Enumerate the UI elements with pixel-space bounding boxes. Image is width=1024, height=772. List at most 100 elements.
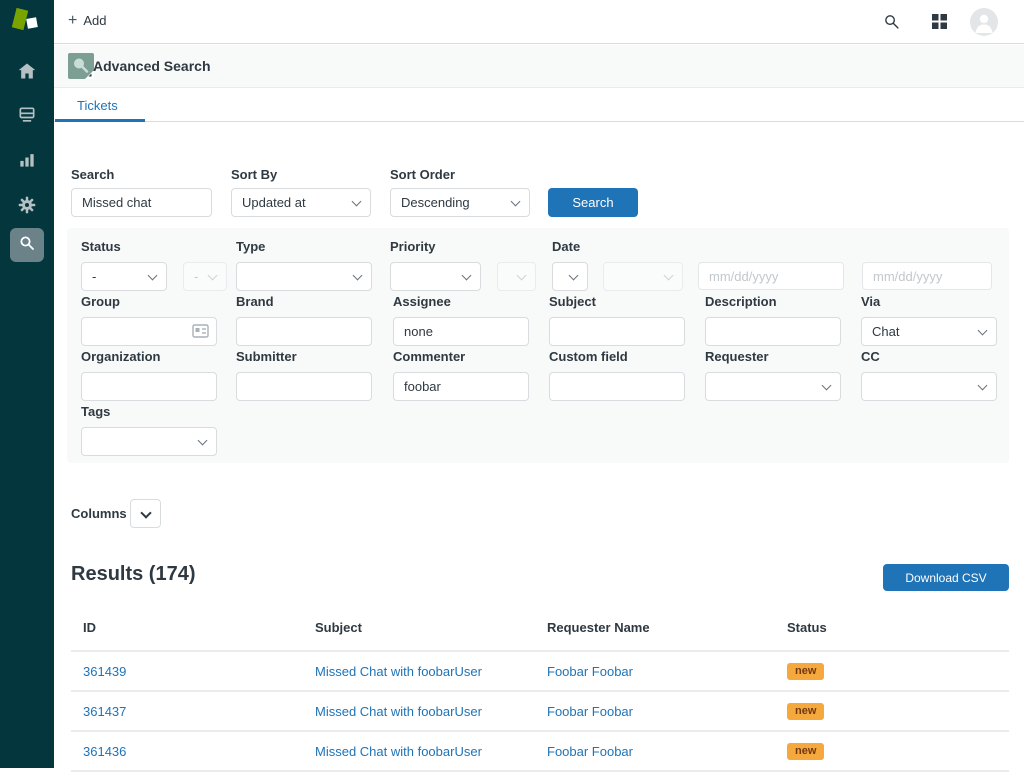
commenter-input[interactable] xyxy=(393,372,529,401)
plus-icon: + xyxy=(68,14,77,28)
date-to-input[interactable] xyxy=(862,262,992,290)
topbar-search-button[interactable] xyxy=(883,13,900,35)
sort-by-select[interactable]: Updated at xyxy=(231,188,371,217)
group-label: Group xyxy=(81,294,120,309)
chevron-down-icon xyxy=(978,381,988,391)
priority-operator-select xyxy=(497,262,536,291)
assignee-label: Assignee xyxy=(393,294,451,309)
date-label: Date xyxy=(552,239,580,254)
sort-order-label: Sort Order xyxy=(390,167,455,182)
status-badge: new xyxy=(787,663,824,680)
sort-order-select[interactable]: Descending xyxy=(390,188,530,217)
table-row: 361436 Missed Chat with foobarUser Fooba… xyxy=(71,732,1009,772)
contact-card-icon xyxy=(192,324,209,343)
description-label: Description xyxy=(705,294,777,309)
type-label: Type xyxy=(236,239,265,254)
main-page: + Add xyxy=(54,0,1024,768)
requester-label: Requester xyxy=(705,349,769,364)
ticket-id-link[interactable]: 361437 xyxy=(83,704,126,719)
sort-by-label: Sort By xyxy=(231,167,277,182)
table-row: 361437 Missed Chat with foobarUser Fooba… xyxy=(71,692,1009,732)
cc-label: CC xyxy=(861,349,880,364)
header-status: Status xyxy=(787,620,1009,635)
brand-input[interactable] xyxy=(236,317,372,346)
columns-label: Columns xyxy=(71,506,127,521)
sort-by-value: Updated at xyxy=(242,195,306,210)
priority-select[interactable] xyxy=(390,262,481,291)
page-title: Advanced Search xyxy=(93,58,211,74)
page-header: Advanced Search xyxy=(54,45,1024,88)
download-csv-button[interactable]: Download CSV xyxy=(883,564,1009,591)
search-label: Search xyxy=(71,167,114,182)
date-type-select[interactable] xyxy=(552,262,588,291)
topbar: + Add xyxy=(54,0,1024,44)
requester-link[interactable]: Foobar Foobar xyxy=(547,744,633,759)
chevron-down-icon xyxy=(517,271,527,281)
sidebar-item-home[interactable] xyxy=(0,54,54,88)
organization-input[interactable] xyxy=(81,372,217,401)
sidebar-item-search-active[interactable] xyxy=(10,228,44,262)
sidebar-item-reports[interactable] xyxy=(0,143,54,177)
chevron-down-icon xyxy=(978,326,988,336)
search-submit-button[interactable]: Search xyxy=(548,188,638,217)
header-requester: Requester Name xyxy=(547,620,787,635)
header-subject: Subject xyxy=(315,620,547,635)
add-button-label: Add xyxy=(83,13,106,28)
via-select[interactable]: Chat xyxy=(861,317,997,346)
ticket-subject-link[interactable]: Missed Chat with foobarUser xyxy=(315,664,482,679)
ticket-id-link[interactable]: 361436 xyxy=(83,744,126,759)
date-operator-select xyxy=(603,262,683,291)
chevron-down-icon xyxy=(822,381,832,391)
chevron-down-icon xyxy=(664,271,674,281)
chevron-down-icon xyxy=(353,271,363,281)
avatar-person-icon xyxy=(970,23,998,36)
subject-input[interactable] xyxy=(549,317,685,346)
sidebar-item-admin[interactable] xyxy=(0,188,54,222)
chevron-down-icon xyxy=(352,197,362,207)
apps-grid-icon xyxy=(932,16,947,33)
tags-select[interactable] xyxy=(81,427,217,456)
reports-icon xyxy=(17,150,37,170)
ticket-subject-link[interactable]: Missed Chat with foobarUser xyxy=(315,744,482,759)
tags-label: Tags xyxy=(81,404,110,419)
type-select[interactable] xyxy=(236,262,372,291)
product-logo[interactable] xyxy=(11,6,43,38)
brand-label: Brand xyxy=(236,294,274,309)
results-title: Results (174) xyxy=(71,563,196,586)
status-operator-select: - xyxy=(183,262,227,291)
add-button[interactable]: + Add xyxy=(68,13,106,28)
sidebar-item-views[interactable] xyxy=(0,98,54,132)
custom-field-input[interactable] xyxy=(549,372,685,401)
via-label: Via xyxy=(861,294,880,309)
tab-tickets[interactable]: Tickets xyxy=(77,98,118,113)
submitter-input[interactable] xyxy=(236,372,372,401)
topbar-apps-button[interactable] xyxy=(932,14,947,34)
home-icon xyxy=(17,61,37,81)
description-input[interactable] xyxy=(705,317,841,346)
cc-select[interactable] xyxy=(861,372,997,401)
ticket-subject-link[interactable]: Missed Chat with foobarUser xyxy=(315,704,482,719)
results-table: ID Subject Requester Name Status 361439 … xyxy=(71,605,1009,772)
gear-icon xyxy=(17,195,37,215)
subject-label: Subject xyxy=(549,294,596,309)
search-input[interactable] xyxy=(71,188,212,217)
profile-avatar[interactable] xyxy=(970,8,998,36)
requester-link[interactable]: Foobar Foobar xyxy=(547,664,633,679)
date-from-input[interactable] xyxy=(698,262,844,290)
chevron-down-icon xyxy=(140,507,151,518)
columns-dropdown-button[interactable] xyxy=(130,499,161,528)
active-tab-underline xyxy=(55,119,145,122)
ticket-id-link[interactable]: 361439 xyxy=(83,664,126,679)
requester-select[interactable] xyxy=(705,372,841,401)
via-value: Chat xyxy=(872,324,899,339)
requester-link[interactable]: Foobar Foobar xyxy=(547,704,633,719)
organization-label: Organization xyxy=(81,349,160,364)
status-operator-value: - xyxy=(194,269,198,284)
filters-panel: Status - - Type Priority Date Grou xyxy=(67,228,1009,463)
status-select[interactable]: - xyxy=(81,262,167,291)
chevron-down-icon xyxy=(569,271,579,281)
chevron-down-icon xyxy=(462,271,472,281)
assignee-input[interactable] xyxy=(393,317,529,346)
commenter-label: Commenter xyxy=(393,349,465,364)
header-id: ID xyxy=(83,620,315,635)
